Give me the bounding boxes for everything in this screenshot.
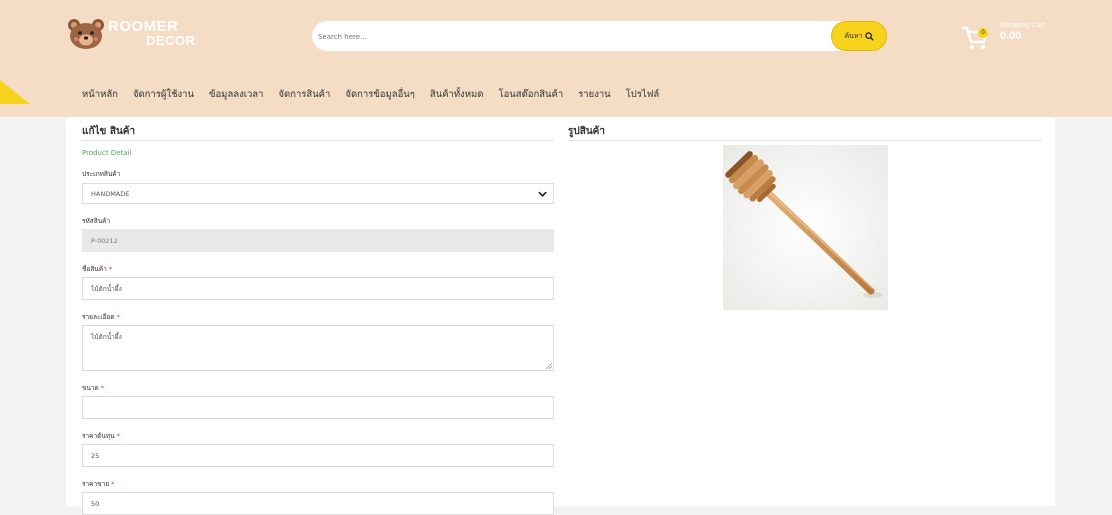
detail-label-text: รายละเอียด bbox=[82, 313, 115, 321]
search-bar: ค้นหา bbox=[312, 21, 887, 51]
cost-label: ราคาต้นทุน * bbox=[82, 431, 120, 441]
search-button[interactable]: ค้นหา bbox=[831, 21, 887, 51]
shopping-cart[interactable]: 0 Shopping Cart 0.00 bbox=[960, 22, 1045, 52]
brand-line1: ROOMER bbox=[108, 18, 179, 35]
required-mark: * bbox=[100, 384, 105, 392]
required-mark: * bbox=[116, 432, 120, 440]
title-divider bbox=[82, 140, 554, 141]
nav-item-users[interactable]: จัดการผู้ใช้งาน bbox=[133, 87, 194, 102]
logo[interactable]: ROOMER DECOR bbox=[66, 14, 195, 54]
code-label: รหัสสินค้า bbox=[82, 217, 111, 225]
product-detail-textarea[interactable]: ไม้ตักน้ำผึ้ง bbox=[82, 325, 554, 371]
sale-price-field[interactable] bbox=[82, 492, 554, 515]
chevron-down-icon bbox=[538, 191, 547, 197]
header: ROOMER DECOR ค้นหา 0 Shopping Cart 0.00 bbox=[0, 0, 1112, 117]
name-label: ชื่อสินค้า * bbox=[82, 264, 112, 274]
nav-item-timesheet[interactable]: ข้อมูลลงเวลา bbox=[209, 87, 263, 102]
nav-item-all-products[interactable]: สินค้าทั้งหมด bbox=[430, 87, 484, 102]
required-mark: * bbox=[111, 480, 115, 488]
product-image bbox=[723, 145, 888, 310]
detail-label: รายละเอียด * bbox=[82, 312, 120, 322]
search-button-label: ค้นหา bbox=[844, 31, 863, 40]
cart-count-badge: 0 bbox=[978, 28, 988, 38]
category-selected-value: HANDMADE bbox=[91, 190, 130, 198]
nav-item-products[interactable]: จัดการสินค้า bbox=[278, 87, 330, 102]
price-label-text: ราคาขาย bbox=[82, 480, 110, 488]
cost-price-field[interactable] bbox=[82, 444, 554, 467]
image-section-title: รูปสินค้า bbox=[568, 126, 605, 137]
nav-item-home[interactable]: หน้าหลัก bbox=[82, 87, 118, 102]
brand-line2: DECOR bbox=[146, 33, 196, 48]
main-nav: หน้าหลัก จัดการผู้ใช้งาน ข้อมูลลงเวลา จั… bbox=[82, 87, 674, 102]
search-icon bbox=[864, 31, 874, 41]
honey-dipper-image bbox=[723, 145, 888, 310]
required-mark: * bbox=[116, 313, 120, 321]
product-detail-subtitle: Product Detail bbox=[82, 149, 132, 157]
category-label: ประเภทสินค้า bbox=[82, 170, 121, 178]
size-label: ขนาด * bbox=[82, 383, 104, 393]
nav-item-profile[interactable]: โปรไฟล์ bbox=[626, 87, 660, 102]
product-code-field bbox=[82, 229, 554, 252]
category-select[interactable]: HANDMADE bbox=[82, 183, 554, 204]
size-field[interactable] bbox=[82, 396, 554, 419]
product-name-field[interactable] bbox=[82, 277, 554, 300]
search-input[interactable] bbox=[316, 25, 820, 49]
cart-icon: 0 bbox=[960, 22, 990, 52]
nav-item-stock-transfer[interactable]: โอนสต๊อกสินค้า bbox=[498, 87, 563, 102]
page-title: แก้ไข สินค้า bbox=[82, 126, 136, 137]
size-label-text: ขนาด bbox=[82, 384, 99, 392]
price-label: ราคาขาย * bbox=[82, 479, 114, 489]
nav-item-reports[interactable]: รายงาน bbox=[578, 87, 610, 102]
name-label-text: ชื่อสินค้า bbox=[82, 265, 107, 273]
bear-logo-icon bbox=[66, 17, 106, 51]
cart-amount: 0.00 bbox=[1000, 30, 1022, 42]
resize-handle-icon[interactable] bbox=[546, 363, 552, 369]
nav-item-other-data[interactable]: จัดการข้อมูลอื่นๆ bbox=[345, 87, 415, 102]
cost-label-text: ราคาต้นทุน bbox=[82, 432, 115, 440]
image-title-divider bbox=[568, 140, 1042, 141]
accent-triangle bbox=[0, 80, 30, 104]
cart-label: Shopping Cart bbox=[1000, 22, 1045, 29]
required-mark: * bbox=[108, 265, 113, 273]
